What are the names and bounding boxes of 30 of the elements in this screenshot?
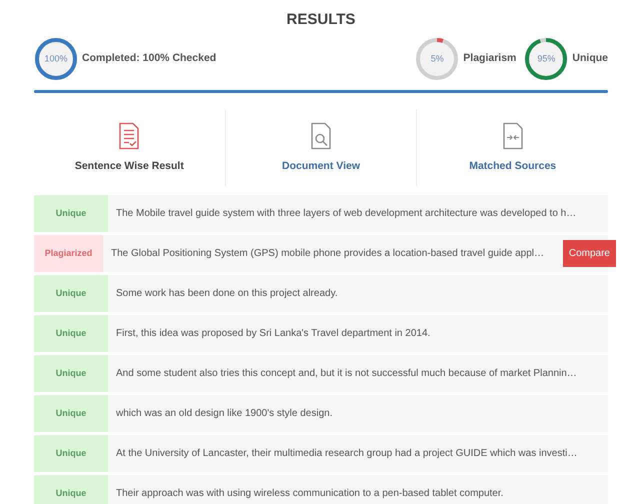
sentence-text: And some student also tries this concept and, but it is not successful much because of market Plannin… [115, 367, 577, 381]
results-title: RESULTS [286, 10, 356, 30]
compare-button[interactable]: Compare [562, 240, 616, 267]
status-tag: Plagiarized [34, 235, 103, 272]
ring-reading: 5% [430, 52, 444, 66]
ring-reading: 100% [44, 52, 68, 66]
status-tag: Unique [34, 315, 108, 352]
progress-ring [34, 37, 78, 81]
status-tag: Unique [34, 475, 108, 504]
tab[interactable]: Matched Sources [417, 105, 608, 190]
status-tag: Unique [34, 355, 108, 392]
sentence-text: The Mobile travel guide system with three layers of web development architecture was developed to h… [115, 207, 576, 221]
progress-ring [524, 37, 568, 81]
ring-reading: 95% [537, 52, 556, 66]
tab[interactable]: Sentence Wise Result [34, 105, 225, 190]
sentence-text: Some work has been done on this project already. [115, 287, 338, 301]
stat-label: Plagiarism [463, 51, 516, 66]
progress-ring [415, 37, 460, 81]
stat-label: Completed: 100% Checked [82, 51, 216, 66]
status-tag: Unique [34, 195, 108, 232]
sentence-text: Their approach was with using wireless communication to a pen-based tablet computer. [115, 487, 504, 501]
stat-label: Unique [572, 51, 608, 66]
status-tag: Unique [34, 435, 108, 472]
sentence-text: First, this idea was proposed by Sri Lanka's Travel department in 2014. [115, 327, 430, 341]
status-tag: Unique [34, 275, 108, 312]
sentence-text: The Global Positioning System (GPS) mobile phone provides a location-based travel guide appl… [110, 247, 544, 261]
sentence-text: which was an old design like 1900's style design. [115, 407, 332, 421]
sentence-text: At the University of Lancaster, their multimedia research group had a project GUIDE which was investi… [115, 447, 578, 461]
tab[interactable]: Document View [226, 105, 416, 190]
status-tag: Unique [34, 395, 108, 432]
